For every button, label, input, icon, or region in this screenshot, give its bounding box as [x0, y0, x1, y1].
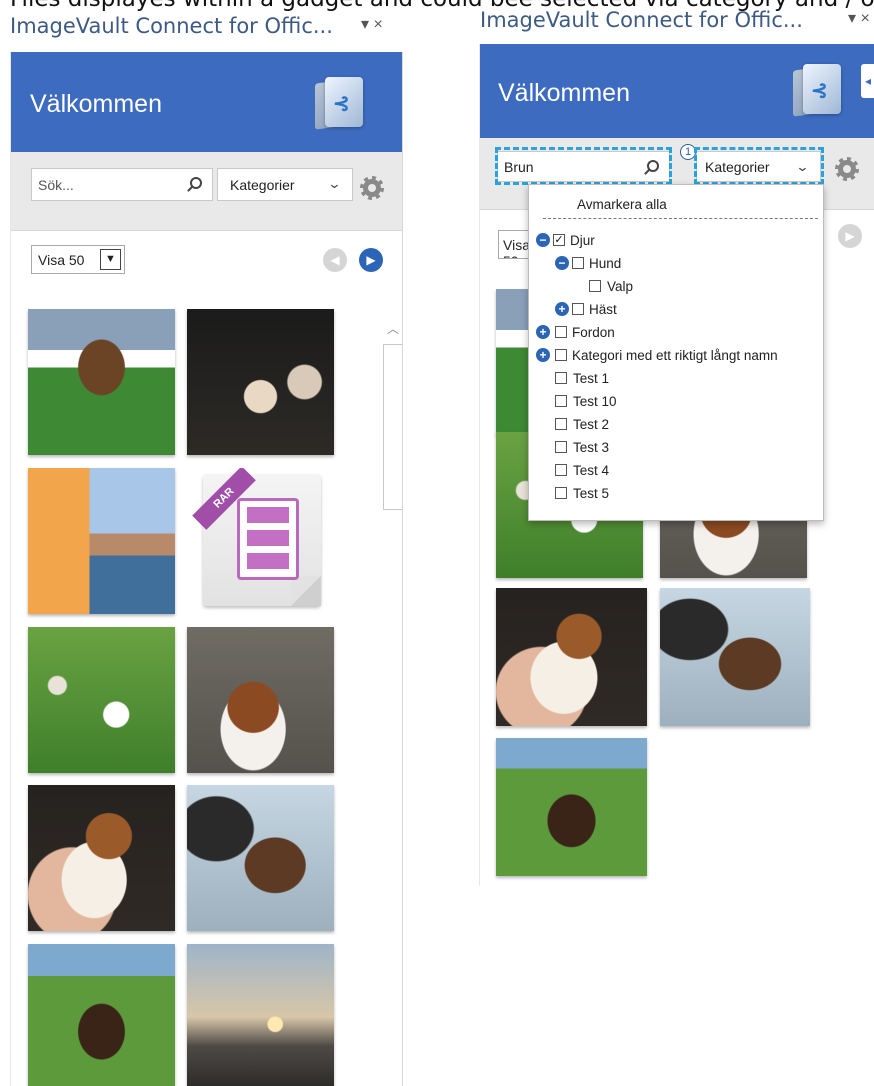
pane-collapse-icon[interactable]: ◂ [861, 64, 874, 98]
left-task-pane: Välkommen ⊰ Kategorier ⌄ Visa 50 ▼ ◀ ▶ [10, 52, 403, 1086]
rar-archive-icon[interactable]: RAR [187, 468, 334, 614]
category-label: Kategorier [230, 177, 295, 193]
search-icon[interactable] [190, 177, 202, 189]
category-checkbox[interactable] [555, 418, 567, 430]
horse-lying-in-grass-photo[interactable] [28, 944, 175, 1086]
expand-icon[interactable]: + [536, 325, 550, 339]
category-label: Test 1 [573, 371, 610, 386]
category-label: Test 2 [573, 417, 610, 432]
expand-icon[interactable]: + [536, 348, 550, 362]
gear-icon[interactable] [835, 157, 859, 181]
pane-window-controls[interactable]: ▾ × [361, 14, 383, 34]
horse-lying-in-grass-photo[interactable] [496, 738, 647, 876]
search-input[interactable] [38, 169, 178, 200]
search-highlight-frame [495, 147, 672, 185]
category-label: Hund [589, 256, 622, 271]
page-size-label: Visa 50 [38, 252, 85, 268]
puppy-lying-photo[interactable] [187, 627, 334, 773]
gear-icon[interactable] [360, 176, 384, 200]
category-checkbox[interactable] [555, 372, 567, 384]
pane-title: ImageVault Connect for Offic... [480, 8, 803, 32]
scrollbar-thumb[interactable] [383, 344, 402, 510]
category-label: Test 4 [573, 463, 610, 478]
harness-race-photo[interactable] [28, 309, 175, 455]
category-label: Test 5 [573, 486, 610, 501]
food-and-harbor-photo[interactable] [28, 468, 175, 614]
category-label: Test 10 [573, 394, 617, 409]
category-label: Test 3 [573, 440, 610, 455]
next-page-icon[interactable]: ▶ [359, 248, 383, 272]
puppy-in-hand-photo[interactable] [496, 588, 647, 726]
category-checkbox[interactable] [555, 441, 567, 453]
welcome-heading: Välkommen [30, 90, 162, 118]
category-checkbox[interactable] [555, 326, 567, 338]
category-dropdown-button[interactable]: Kategorier ⌄ [217, 168, 353, 201]
menu-divider [543, 218, 818, 219]
imagevault-logo-icon: ⊰ [315, 77, 363, 130]
category-checkbox[interactable] [589, 280, 601, 292]
chevron-down-icon: ⌄ [327, 176, 342, 191]
category-checkbox[interactable] [555, 487, 567, 499]
category-label: Valp [607, 279, 634, 294]
welcome-banner: Välkommen ⊰ ◂ [480, 44, 874, 138]
search-toolbar: Kategorier ⌄ [11, 152, 402, 231]
welcome-heading: Välkommen [498, 79, 630, 107]
collapse-icon[interactable]: − [536, 233, 550, 247]
chevron-down-icon: ▼ [100, 249, 121, 270]
category-checkbox[interactable] [555, 349, 567, 361]
puppy-in-hand-photo[interactable] [28, 785, 175, 931]
category-highlight-frame [694, 147, 824, 185]
welcome-banner: Välkommen ⊰ [11, 52, 402, 152]
chevron-up-icon[interactable]: ︿ [387, 320, 399, 337]
winner-ceremony-photo[interactable] [187, 309, 334, 455]
deselect-all-link[interactable]: Avmarkera alla [577, 197, 667, 212]
category-label: Häst [589, 302, 617, 317]
thumbnail-scrollbar[interactable]: ︿ [382, 320, 402, 520]
category-checkbox[interactable]: ✓ [553, 234, 565, 246]
category-label: Kategori med ett riktigt långt namn [572, 348, 778, 363]
category-checkbox[interactable] [555, 464, 567, 476]
pane-title: ImageVault Connect for Offic... [10, 14, 333, 38]
next-page-icon[interactable]: ▶ [838, 224, 862, 248]
page-size-select[interactable]: Visa 50 ▼ [31, 245, 125, 274]
category-dropdown-menu: Avmarkera alla − ✓ Djur − Hund Valp + Hä… [528, 184, 824, 521]
category-checkbox[interactable] [572, 257, 584, 269]
page-size-label: Visa 50 [503, 237, 530, 258]
expand-icon[interactable]: + [555, 302, 569, 316]
right-task-pane: Välkommen ⊰ ◂ 1 Kategorier ⌄ Visa 50 ▶ [479, 44, 874, 886]
pane-window-controls[interactable]: ▾ × [848, 8, 870, 28]
collapse-icon[interactable]: − [555, 256, 569, 270]
category-checkbox[interactable] [572, 303, 584, 315]
previous-page-icon[interactable]: ◀ [323, 248, 347, 272]
category-label: Fordon [572, 325, 615, 340]
imagevault-logo-icon: ⊰ [793, 64, 841, 117]
puppy-in-grass-photo[interactable] [28, 627, 175, 773]
category-label: Djur [570, 233, 595, 248]
search-box[interactable] [31, 168, 213, 201]
foal-photo[interactable] [187, 785, 334, 931]
foal-photo[interactable] [660, 588, 810, 726]
sunset-photo[interactable] [187, 944, 334, 1086]
category-checkbox[interactable] [555, 395, 567, 407]
